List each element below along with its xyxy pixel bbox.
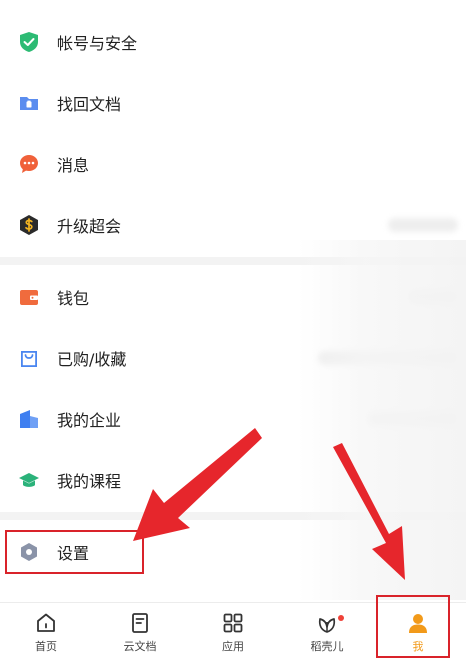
menu-item-messages[interactable]: 消息	[0, 133, 466, 194]
notification-dot	[338, 615, 344, 621]
document-icon	[128, 611, 152, 635]
tab-home[interactable]: 首页	[6, 603, 86, 658]
chat-bubble-icon	[18, 153, 40, 175]
tab-cloud-docs[interactable]: 云文档	[100, 603, 180, 658]
blurred-info	[388, 217, 458, 232]
menu-label: 我的课程	[57, 471, 122, 491]
leaf-icon	[315, 611, 339, 635]
me-tab-highlight-box	[376, 595, 450, 658]
shield-check-icon	[18, 31, 40, 53]
menu-label: 消息	[57, 155, 90, 175]
menu-label: 帐号与安全	[57, 33, 138, 53]
wallet-icon	[18, 286, 40, 308]
settings-highlight-box	[5, 530, 144, 574]
home-icon	[34, 611, 58, 635]
menu-label: 钱包	[57, 288, 90, 308]
shopping-bag-icon	[18, 347, 40, 369]
tab-label: 云文档	[123, 640, 157, 653]
tab-label: 首页	[35, 640, 57, 653]
menu-item-account-security[interactable]: 帐号与安全	[0, 11, 466, 72]
building-icon	[18, 408, 40, 430]
menu-item-recover-docs[interactable]: 找回文档	[0, 72, 466, 133]
menu-label: 找回文档	[57, 94, 122, 114]
menu-label: 已购/收藏	[57, 349, 127, 369]
folder-icon	[18, 92, 40, 114]
grid-icon	[221, 611, 245, 635]
tab-label: 稻壳儿	[310, 640, 344, 653]
tab-daoke[interactable]: 稻壳儿	[287, 603, 367, 658]
tab-label: 应用	[222, 640, 244, 653]
graduation-cap-icon	[18, 469, 40, 491]
tab-apps[interactable]: 应用	[193, 603, 273, 658]
menu-label: 我的企业	[57, 410, 122, 430]
blurred-overlay	[298, 240, 466, 600]
menu-label: 升级超会	[57, 216, 122, 236]
dollar-hexagon-icon	[18, 214, 40, 236]
